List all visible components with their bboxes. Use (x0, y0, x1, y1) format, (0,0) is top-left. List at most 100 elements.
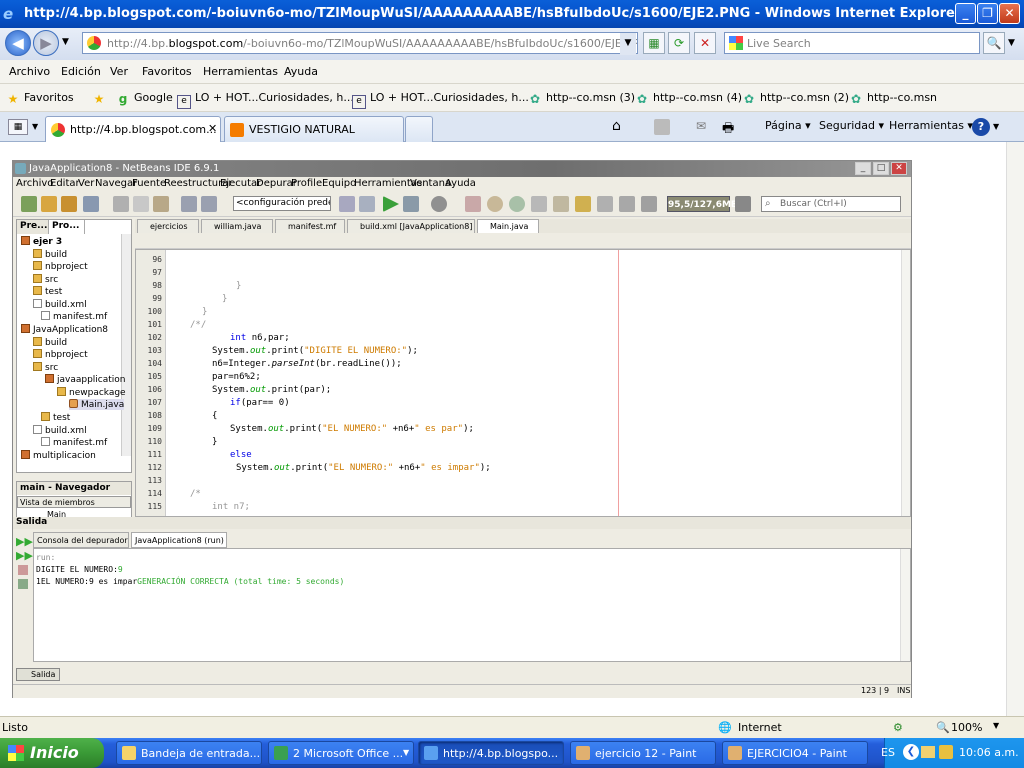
task-paint-1[interactable]: ejercicio 12 - Paint (570, 741, 716, 765)
memory-indicator: 95,5/127,6MB (667, 196, 738, 212)
menu-ayuda[interactable]: Ayuda (284, 65, 318, 78)
close-button[interactable]: ✕ (999, 3, 1020, 24)
forward-button[interactable]: ▶ (33, 30, 59, 56)
ie-icon (424, 746, 438, 760)
nb-close-icon: ✕ (891, 162, 907, 175)
menu-archivo[interactable]: Archivo (9, 65, 50, 78)
tab-close-icon[interactable]: ✕ (208, 122, 217, 135)
tab-list-dropdown-icon[interactable]: ▼ (32, 122, 38, 131)
security-menu[interactable]: Seguridad ▾ (819, 119, 884, 132)
tray-expand-icon[interactable]: ❮ (903, 744, 919, 760)
tree-node-selected: Main.java (69, 399, 125, 410)
build-icon (339, 196, 355, 212)
stop-icon[interactable]: ✕ (694, 32, 716, 54)
print-icon[interactable]: 🖶 (722, 119, 734, 141)
msn-icon: ✿ (636, 92, 648, 106)
rss-feed-icon[interactable] (654, 119, 670, 135)
search-options-icon[interactable]: ▼ (1008, 38, 1015, 48)
address-input[interactable]: http://4.bp.blogspot.com/-boiuvn6o-mo/TZ… (82, 32, 638, 54)
msn-icon: ✿ (529, 92, 541, 106)
output-side-toolbar: ▶▶ ▶▶ (16, 533, 33, 593)
clock[interactable]: 10:06 a.m. (959, 746, 1019, 759)
fav-msn-3[interactable]: ✿ http--co.msn (3) (528, 91, 635, 106)
menu-edicion[interactable]: Edición (61, 65, 101, 78)
mail-tray-icon[interactable] (921, 746, 935, 758)
zoom-dropdown-icon[interactable]: ▼ (993, 721, 999, 730)
step-out-icon (575, 196, 591, 212)
tree-label: build.xml (45, 426, 87, 436)
line-number: 103 (147, 346, 162, 355)
quick-tabs-icon[interactable]: ▦ (8, 119, 28, 135)
line-number: 108 (147, 411, 162, 420)
tree-label: src (45, 363, 59, 373)
nb-maximize-icon: □ (873, 162, 889, 175)
line-number: 99 (152, 294, 162, 303)
svg-text:{: { (212, 411, 217, 421)
clock-tray-icon[interactable] (939, 745, 953, 759)
navigator-title: main - Navegador (17, 482, 131, 495)
task-office[interactable]: 2 Microsoft Office ... ▼ (268, 741, 414, 765)
fav-msn-2[interactable]: ✿ http--co.msn (2) (742, 91, 849, 106)
window-titlebar: e http://4.bp.blogspot.com/-boiuvn6o-mo/… (0, 0, 1024, 28)
profile-icon (431, 196, 447, 212)
fav-label: http--co.msn (3) (546, 91, 636, 104)
tree-label: nbproject (45, 350, 88, 360)
task-outlook[interactable]: Bandeja de entrada... (116, 741, 262, 765)
nb-menu-item: Ver (78, 178, 95, 189)
page-scrollbar[interactable] (1006, 142, 1024, 716)
compatibility-icon[interactable]: ▦ (643, 32, 665, 54)
zoom-level[interactable]: 100% (951, 721, 982, 734)
menu-favoritos[interactable]: Favoritos (142, 65, 192, 78)
projects-scrollbar (121, 234, 131, 456)
help-icon[interactable]: ? (972, 118, 990, 136)
add-favorite-icon[interactable]: ★ (92, 91, 110, 106)
tools-menu[interactable]: Herramientas ▾ (889, 119, 973, 132)
recent-pages-dropdown-icon[interactable]: ▼ (62, 37, 69, 47)
output-tab-active: JavaApplication8 (run) (131, 532, 227, 548)
home-icon[interactable]: ⌂ (612, 118, 621, 134)
netbeans-logo-icon (15, 163, 26, 174)
tree-label: manifest.mf (53, 312, 108, 322)
refresh-icon[interactable]: ⟳ (668, 32, 690, 54)
tree-label: ejer 3 (33, 237, 63, 247)
fav-lohot-2[interactable]: e LO + HOT...Curiosidades, h... (352, 91, 529, 109)
language-indicator[interactable]: ES (881, 746, 895, 759)
page-menu[interactable]: Página ▾ (765, 119, 811, 132)
back-button[interactable]: ◀ (5, 30, 31, 56)
tree-label: newpackage (69, 388, 126, 398)
tab-vestigio[interactable]: VESTIGIO NATURAL (224, 116, 404, 142)
start-button[interactable]: Inicio (0, 738, 104, 768)
new-tab-button[interactable] (405, 116, 433, 142)
security-zone[interactable]: Internet (738, 721, 782, 734)
svg-text:n6=Integer.parseInt(br.readLin: n6=Integer.parseInt(br.readLine()); (212, 359, 402, 369)
menu-ver[interactable]: Ver (110, 65, 128, 78)
cursor-position: 123 | 9 (861, 686, 890, 695)
windows-taskbar: Inicio Bandeja de entrada... 2 Microsoft… (0, 738, 1024, 768)
help-dropdown-icon[interactable]: ▼ (993, 122, 999, 131)
menu-herramientas[interactable]: Herramientas (203, 65, 278, 78)
fav-msn-4[interactable]: ✿ http--co.msn (4) (635, 91, 742, 106)
blogger-icon (230, 123, 244, 137)
tree-label: test (45, 287, 63, 297)
tab-blogspot[interactable]: http://4.bp.blogspot.com... ✕ (45, 116, 221, 142)
maximize-button[interactable]: ❐ (977, 3, 998, 24)
fav-lohot-1[interactable]: e LO + HOT...Curiosidades, h... (177, 91, 354, 109)
task-paint-2[interactable]: EJERCICIO4 - Paint (722, 741, 868, 765)
live-search-input[interactable]: Live Search (724, 32, 980, 54)
line-gutter: 96 97 98 99 100 101 102 103 104 105 106 … (136, 250, 166, 516)
protected-mode-icon[interactable]: ⚙ (893, 721, 903, 734)
task-ie[interactable]: http://4.bp.blogspo... (418, 741, 564, 765)
fav-google[interactable]: g Google (116, 91, 173, 106)
fav-msn[interactable]: ✿ http--co.msn (849, 91, 937, 106)
netbeans-toolbar: <configuración prede... 95,5/127,6MB ⌕ B… (13, 191, 911, 217)
status-text: Listo (2, 721, 28, 734)
address-dropdown-icon[interactable]: ▼ (620, 33, 636, 55)
outlook-icon (122, 746, 136, 760)
fav-label: Google (134, 91, 173, 104)
search-go-icon[interactable]: 🔍 (983, 32, 1005, 54)
output-input: 9 (117, 565, 123, 574)
read-mail-icon[interactable]: ✉ (696, 119, 706, 133)
favorites-button[interactable]: ★ Favoritos (6, 91, 74, 106)
minimize-button[interactable]: _ (955, 3, 976, 24)
output-prompt-line: DIGITE EL NUMERO:9 (36, 565, 123, 574)
